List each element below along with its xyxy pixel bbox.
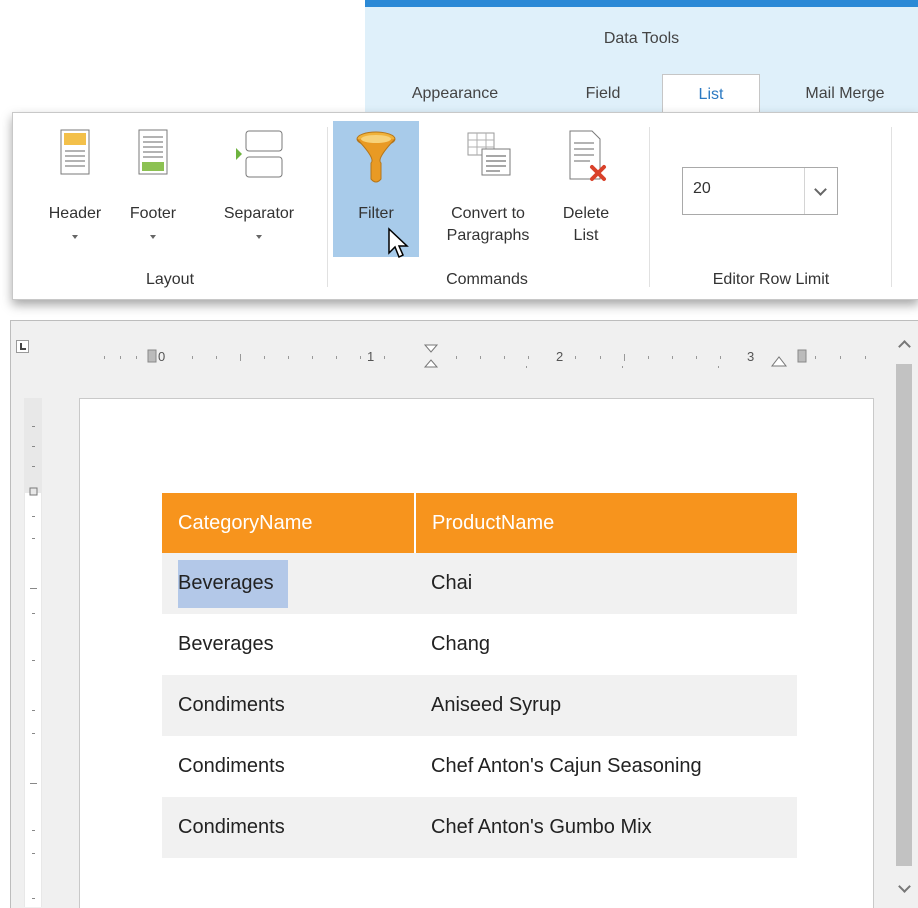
ruler-mark-1: 1 [367, 349, 374, 364]
tab-stop-selector[interactable] [16, 340, 29, 353]
convert-label-line1: Convert to [451, 205, 525, 222]
table-row: Condiments Aniseed Syrup [162, 675, 797, 736]
editor-row-limit-combobox[interactable]: 20 [682, 167, 838, 215]
commands-group-label: Commands [446, 271, 528, 288]
delete-list-button[interactable]: Delete List [557, 113, 615, 263]
tab-mail-merge[interactable]: Mail Merge [780, 74, 910, 114]
table-header-cell[interactable]: ProductName [414, 493, 797, 553]
horizontal-ruler[interactable]: 0 1 2 3 [80, 344, 880, 368]
scroll-down-arrow-icon[interactable] [898, 880, 911, 893]
footer-button[interactable]: Footer [119, 113, 187, 263]
table-cell[interactable]: Chang [415, 614, 797, 675]
chevron-down-icon [72, 235, 78, 239]
delete-list-label: Delete List [557, 203, 615, 247]
header-button-label: Header [48, 205, 102, 222]
table-cell[interactable]: Aniseed Syrup [415, 675, 797, 736]
delete-label-line2: List [573, 227, 599, 244]
tab-appearance[interactable]: Appearance [395, 74, 515, 114]
tab-field[interactable]: Field [565, 74, 641, 114]
convert-label-line2: Paragraphs [446, 227, 530, 244]
convert-to-paragraphs-icon [467, 132, 511, 176]
table-cell[interactable]: Chef Anton's Gumbo Mix [415, 797, 797, 858]
chevron-down-icon [814, 183, 827, 196]
table-cell[interactable]: Beverages [162, 614, 415, 675]
filter-button[interactable]: Filter [333, 121, 419, 259]
table-header-cell[interactable]: CategoryName [162, 493, 415, 553]
mouse-cursor-icon [388, 227, 409, 259]
layout-group-label: Layout [145, 271, 195, 288]
convert-to-paragraphs-label: Convert to Paragraphs [429, 203, 547, 247]
separator-button-label: Separator [223, 205, 295, 222]
group-divider [649, 127, 650, 287]
chevron-down-icon [256, 235, 262, 239]
table-row: Beverages Chai [162, 553, 797, 614]
vertical-scrollbar[interactable] [891, 334, 918, 907]
group-divider [891, 127, 892, 287]
table-cell[interactable]: Beverages [162, 553, 415, 614]
table-row: Condiments Chef Anton's Gumbo Mix [162, 797, 797, 858]
filter-button-label: Filter [358, 205, 394, 222]
table-cell[interactable]: Condiments [162, 675, 415, 736]
table-header-row: CategoryName ProductName [162, 493, 797, 553]
delete-label-line1: Delete [562, 205, 610, 222]
tab-list[interactable]: List [662, 74, 760, 115]
scroll-up-arrow-icon[interactable] [898, 340, 911, 353]
scrollbar-thumb[interactable] [896, 364, 912, 866]
selected-text[interactable]: Beverages [178, 560, 288, 608]
context-accent-bar [365, 0, 918, 7]
header-button[interactable]: Header [41, 113, 109, 263]
ruler-mark-3: 3 [747, 349, 754, 364]
table-cell[interactable]: Chef Anton's Cajun Seasoning [415, 736, 797, 797]
table-cell[interactable]: Condiments [162, 736, 415, 797]
ruler-mark-2: 2 [556, 349, 563, 364]
group-divider [327, 127, 328, 287]
footer-icon [138, 129, 168, 175]
delete-list-icon [569, 130, 606, 181]
row-limit-group-label: Editor Row Limit [712, 271, 830, 288]
header-icon [60, 129, 90, 175]
filter-funnel-icon [356, 131, 396, 183]
ribbon-context-header: Data Tools Appearance Field List Mail Me… [365, 0, 918, 115]
data-table: CategoryName ProductName Beverages Chai … [162, 493, 797, 858]
chevron-down-icon [150, 235, 156, 239]
context-tab-title: Data Tools [603, 30, 680, 47]
footer-button-label: Footer [129, 205, 177, 222]
ruler-mark-0: 0 [158, 349, 165, 364]
table-cell[interactable]: Condiments [162, 797, 415, 858]
row-limit-value: 20 [693, 180, 711, 197]
ribbon-panel: Header Footer Separator Layout Filter Co… [12, 112, 918, 300]
row-limit-dropdown-button[interactable] [804, 168, 837, 214]
separator-icon [236, 130, 283, 178]
table-row: Condiments Chef Anton's Cajun Seasoning [162, 736, 797, 797]
separator-button[interactable]: Separator [207, 113, 311, 263]
convert-to-paragraphs-button[interactable]: Convert to Paragraphs [429, 113, 547, 263]
table-cell[interactable]: Chai [415, 553, 797, 614]
vertical-ruler[interactable] [24, 398, 42, 907]
table-row: Beverages Chang [162, 614, 797, 675]
